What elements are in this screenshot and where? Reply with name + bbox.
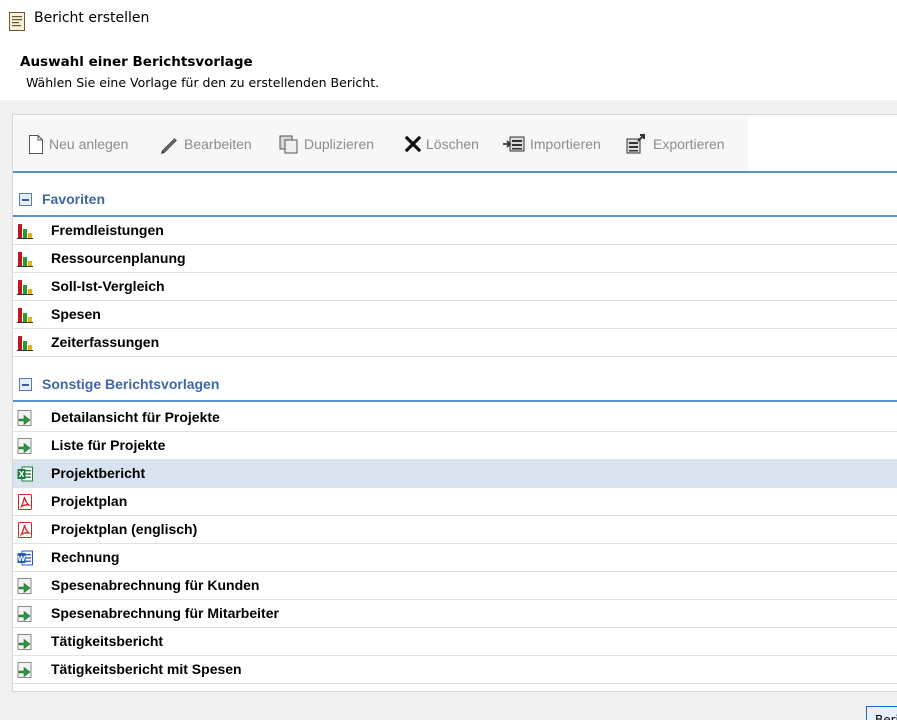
group-header-favorites[interactable]: Favoriten — [13, 185, 897, 217]
new-button[interactable]: Neu anlegen — [28, 133, 128, 155]
export-button[interactable]: Exportieren — [626, 133, 725, 155]
report-arrow-icon — [17, 578, 33, 594]
bar-chart-icon — [17, 251, 33, 267]
template-item-spesen[interactable]: Spesen — [13, 301, 897, 329]
bar-chart-icon — [17, 335, 33, 351]
group-label: Favoriten — [42, 191, 106, 207]
duplicate-icon — [279, 135, 298, 153]
pdf-icon — [17, 522, 33, 538]
pencil-icon — [161, 138, 177, 154]
template-item-spesenabrechnung-fuer-mitarbeiter[interactable]: Spesenabrechnung für Mitarbeiter — [13, 600, 897, 628]
edit-button[interactable]: Bearbeiten — [159, 133, 252, 155]
template-item-fremdleistungen[interactable]: Fremdleistungen — [13, 217, 897, 245]
group-header-other-templates[interactable]: Sonstige Berichtsvorlagen — [13, 370, 897, 402]
template-item-zeiterfassungen[interactable]: Zeiterfassungen — [13, 329, 897, 357]
template-item-ressourcenplanung[interactable]: Ressourcenplanung — [13, 245, 897, 273]
template-item-rechnung[interactable]: W Rechnung — [13, 544, 897, 572]
window-title: Bericht erstellen — [34, 10, 150, 26]
page-title: Auswahl einer Berichtsvorlage — [20, 54, 253, 70]
page-subtitle: Wählen Sie eine Vorlage für den zu erste… — [26, 75, 380, 90]
template-item-label: Detailansicht für Projekte — [51, 409, 220, 425]
template-item-label: Soll-Ist-Vergleich — [51, 278, 165, 294]
collapse-icon[interactable] — [19, 378, 32, 391]
template-item-liste-fuer-projekte[interactable]: Liste für Projekte — [13, 432, 897, 460]
report-arrow-icon — [17, 438, 33, 454]
template-item-label: Rechnung — [51, 549, 120, 565]
import-icon — [503, 136, 525, 152]
edit-button-label: Bearbeiten — [184, 136, 252, 152]
report-arrow-icon — [17, 634, 33, 650]
template-item-label: Fremdleistungen — [51, 222, 164, 238]
new-button-label: Neu anlegen — [49, 136, 129, 152]
bar-chart-icon — [17, 279, 33, 295]
svg-text:X: X — [19, 470, 25, 479]
delete-button[interactable]: Löschen — [405, 133, 479, 155]
toolbar: Neu anlegen Bearbeiten Duplizieren Lösch… — [14, 116, 748, 172]
word-icon: W — [17, 550, 33, 566]
report-arrow-icon — [17, 410, 33, 426]
template-item-projektplan-englisch[interactable]: Projektplan (englisch) — [13, 516, 897, 544]
template-item-label: Spesenabrechnung für Mitarbeiter — [51, 605, 279, 621]
template-item-projektbericht[interactable]: X Projektbericht — [13, 460, 897, 488]
export-icon — [626, 134, 645, 154]
title-bar: Bericht erstellen — [0, 0, 897, 42]
pdf-icon — [17, 494, 33, 510]
group-label: Sonstige Berichtsvorlagen — [42, 376, 220, 392]
template-item-label: Ressourcenplanung — [51, 250, 186, 266]
report-document-icon — [9, 12, 25, 31]
template-item-label: Projektplan (englisch) — [51, 521, 198, 537]
toolbar-divider — [13, 171, 897, 173]
export-button-label: Exportieren — [653, 136, 725, 152]
template-item-spesenabrechnung-fuer-kunden[interactable]: Spesenabrechnung für Kunden — [13, 572, 897, 600]
group-divider — [13, 400, 897, 402]
template-item-taetigkeitsbericht-mit-spesen[interactable]: Tätigkeitsbericht mit Spesen — [13, 656, 897, 684]
template-item-projektplan[interactable]: Projektplan — [13, 488, 897, 516]
bar-chart-icon — [17, 223, 33, 239]
template-item-label: Projektplan — [51, 493, 128, 509]
template-item-taetigkeitsbericht[interactable]: Tätigkeitsbericht — [13, 628, 897, 656]
template-item-label: Liste für Projekte — [51, 437, 166, 453]
bar-chart-icon — [17, 307, 33, 323]
template-item-label: Zeiterfassungen — [51, 334, 160, 350]
report-arrow-icon — [17, 606, 33, 622]
report-arrow-icon — [17, 662, 33, 678]
template-item-label: Spesen — [51, 306, 101, 322]
duplicate-button[interactable]: Duplizieren — [279, 133, 374, 155]
template-item-label: Spesenabrechnung für Kunden — [51, 577, 260, 593]
delete-button-label: Löschen — [426, 136, 479, 152]
template-item-label: Projektbericht — [51, 465, 146, 481]
template-item-detailansicht-fuer-projekte[interactable]: Detailansicht für Projekte — [13, 404, 897, 432]
import-button-label: Importieren — [530, 136, 601, 152]
template-item-label: Tätigkeitsbericht — [51, 633, 164, 649]
template-item-label: Tätigkeitsbericht mit Spesen — [51, 661, 242, 677]
new-document-icon — [29, 134, 43, 154]
duplicate-button-label: Duplizieren — [304, 136, 375, 152]
collapse-icon[interactable] — [19, 193, 32, 206]
svg-text:W: W — [18, 555, 26, 563]
dialog-header: Auswahl einer Berichtsvorlage Wählen Sie… — [0, 42, 897, 100]
delete-x-icon — [405, 136, 421, 152]
import-button[interactable]: Importieren — [503, 133, 601, 155]
excel-icon: X — [17, 466, 33, 482]
template-item-soll-ist-vergleich[interactable]: Soll-Ist-Vergleich — [13, 273, 897, 301]
template-panel: Neu anlegen Bearbeiten Duplizieren Lösch… — [12, 114, 897, 692]
create-report-button[interactable]: Beri — [866, 706, 897, 720]
